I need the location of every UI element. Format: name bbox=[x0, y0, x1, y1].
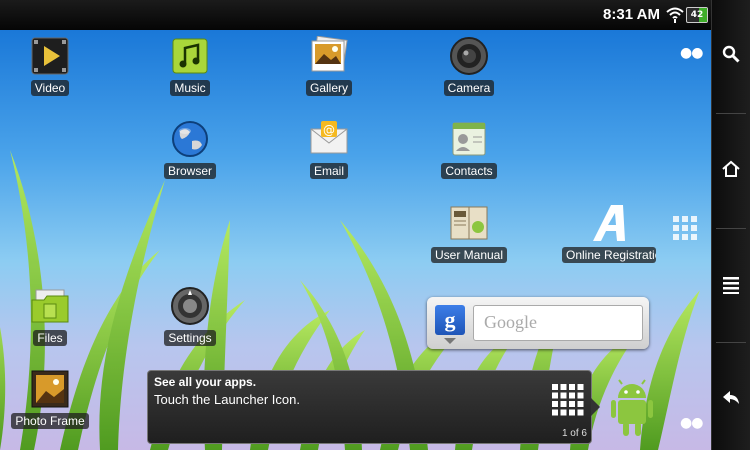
music-icon bbox=[170, 36, 210, 76]
envelope-icon: @ bbox=[309, 119, 349, 159]
google-logo-icon[interactable]: g bbox=[435, 305, 465, 335]
app-browser[interactable]: Browser bbox=[140, 119, 240, 183]
tooltip-page-count: 1 of 6 bbox=[561, 428, 587, 439]
launcher-grid-icon bbox=[552, 384, 584, 416]
search-input[interactable]: Google bbox=[473, 305, 643, 341]
app-photo-frame[interactable]: Photo Frame bbox=[0, 369, 100, 433]
search-placeholder: Google bbox=[484, 312, 537, 332]
google-search-widget[interactable]: g Google bbox=[427, 297, 649, 349]
app-label: Online Registration bbox=[562, 247, 656, 263]
battery-level: 42 bbox=[690, 10, 704, 20]
launcher-hint-tooltip: See all your apps. Touch the Launcher Ic… bbox=[147, 370, 600, 444]
app-contacts[interactable]: Contacts bbox=[419, 119, 519, 183]
app-camera[interactable]: Camera bbox=[419, 36, 519, 100]
divider bbox=[716, 228, 746, 229]
video-icon bbox=[30, 36, 70, 76]
app-gallery[interactable]: Gallery bbox=[279, 35, 379, 100]
globe-icon bbox=[170, 119, 210, 159]
chevron-down-icon[interactable] bbox=[444, 338, 456, 344]
status-time: 8:31 AM bbox=[603, 6, 660, 23]
svg-text:@: @ bbox=[323, 123, 335, 137]
menu-icon bbox=[723, 277, 739, 294]
app-user-manual[interactable]: User Manual bbox=[419, 203, 519, 267]
menu-button[interactable] bbox=[712, 245, 750, 325]
app-label: Camera bbox=[443, 80, 495, 96]
app-label: Settings bbox=[164, 330, 216, 346]
system-bar bbox=[711, 0, 750, 450]
app-video[interactable]: Video bbox=[0, 36, 100, 100]
settings-dial-icon bbox=[170, 286, 210, 326]
app-music[interactable]: Music bbox=[140, 36, 240, 100]
app-label: Video bbox=[30, 80, 70, 96]
back-icon bbox=[723, 391, 739, 404]
tooltip-title: See all your apps. bbox=[154, 375, 257, 389]
app-label: Files bbox=[33, 330, 67, 346]
app-online-registration[interactable]: Online Registration bbox=[559, 203, 659, 267]
app-label: Gallery bbox=[305, 80, 352, 96]
app-email[interactable]: @ Email bbox=[279, 119, 379, 183]
tooltip-body: Touch the Launcher Icon. bbox=[154, 392, 300, 407]
app-files[interactable]: Files bbox=[0, 286, 100, 350]
wifi-icon bbox=[666, 7, 684, 23]
photo-frame-icon bbox=[30, 369, 70, 409]
registration-a-icon bbox=[589, 203, 629, 243]
app-settings[interactable]: Settings bbox=[140, 286, 240, 350]
android-launcher-icon[interactable] bbox=[610, 378, 654, 438]
manual-icon bbox=[449, 203, 489, 243]
app-label: Browser bbox=[163, 163, 216, 179]
home-icon bbox=[722, 160, 740, 177]
search-icon bbox=[722, 45, 740, 63]
status-bar: 8:31 AM 42 bbox=[0, 0, 712, 30]
search-button[interactable] bbox=[712, 14, 750, 94]
app-label: Music bbox=[170, 80, 210, 96]
camera-icon bbox=[449, 36, 489, 76]
tooltip-arrow bbox=[591, 398, 600, 416]
app-label: Photo Frame bbox=[11, 413, 89, 429]
contacts-icon bbox=[449, 119, 489, 159]
page-indicator-icon: ●● bbox=[680, 415, 703, 431]
gallery-icon bbox=[309, 35, 349, 76]
app-label: Email bbox=[309, 163, 348, 179]
page-indicator-icon: ●● bbox=[680, 45, 703, 61]
app-label: Contacts bbox=[441, 163, 497, 179]
back-button[interactable] bbox=[712, 358, 750, 438]
home-button[interactable] bbox=[712, 129, 750, 209]
divider bbox=[716, 342, 746, 343]
battery-icon: 42 bbox=[686, 7, 708, 23]
divider bbox=[716, 113, 746, 114]
app-label: User Manual bbox=[430, 247, 508, 263]
folder-icon bbox=[30, 286, 70, 326]
launcher-grid-icon[interactable] bbox=[673, 216, 697, 240]
